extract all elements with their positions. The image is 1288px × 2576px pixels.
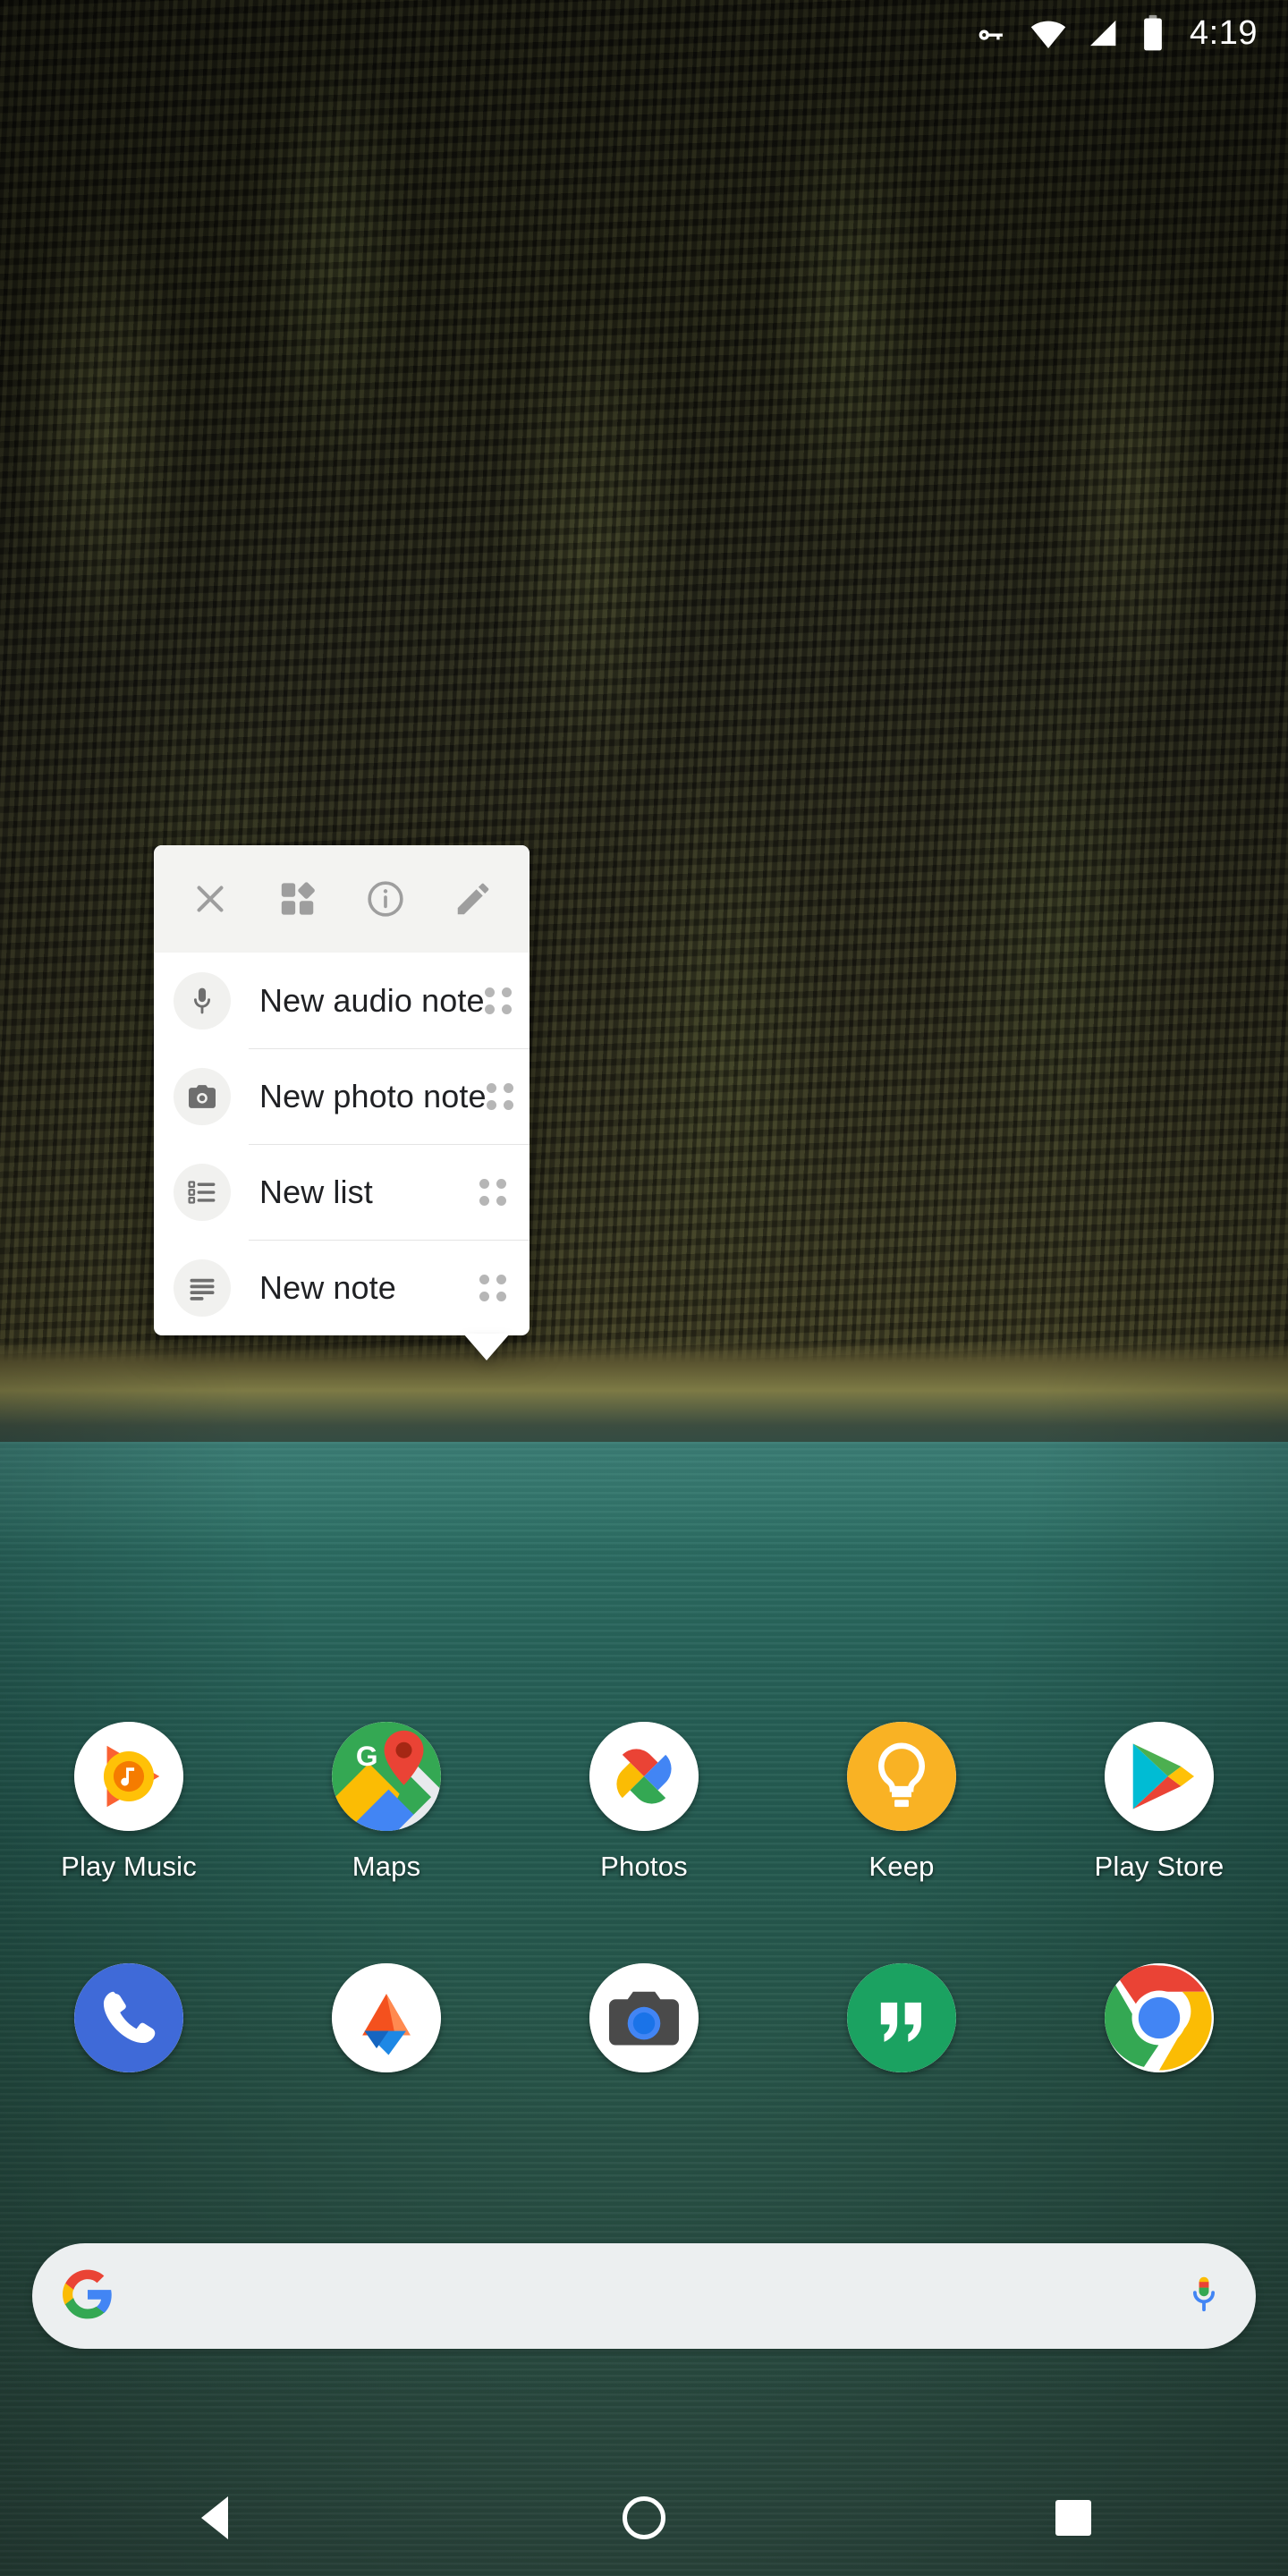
status-bar: 4:19 <box>0 0 1288 66</box>
shortcut-list: New audio note New photo note New list N… <box>154 953 530 1335</box>
play-music-icon <box>74 1722 183 1831</box>
app-photos[interactable]: Photos <box>515 1722 773 1883</box>
shortcut-new-note[interactable]: New note <box>154 1240 530 1335</box>
microphone-icon <box>174 971 231 1030</box>
google-keep-icon <box>847 1722 956 1831</box>
checklist-icon <box>174 1163 231 1221</box>
hangouts-icon <box>847 1963 956 2072</box>
drag-handle-icon[interactable] <box>479 1274 506 1301</box>
svg-text:G: G <box>356 1740 378 1772</box>
edit-button[interactable] <box>440 866 506 932</box>
camera-app-icon <box>589 1963 699 2072</box>
pencil-icon <box>453 878 494 919</box>
chrome-icon <box>1105 1963 1214 2072</box>
home-icon <box>623 2496 665 2539</box>
google-mic-icon[interactable] <box>1182 2273 1225 2320</box>
app-phone[interactable] <box>0 1963 258 2072</box>
wifi-icon <box>1029 13 1068 53</box>
app-camera[interactable] <box>515 1963 773 2072</box>
widgets-button[interactable] <box>265 866 331 932</box>
app-label: Play Music <box>61 1851 197 1882</box>
app-chrome[interactable] <box>1030 1963 1288 2072</box>
home-button[interactable] <box>429 2496 859 2539</box>
app-label: Keep <box>869 1851 935 1882</box>
navigation-bar <box>0 2460 1288 2576</box>
close-button[interactable] <box>177 866 243 932</box>
drag-handle-icon[interactable] <box>484 987 512 1014</box>
google-play-store-icon <box>1105 1722 1214 1831</box>
google-g-icon <box>63 2269 113 2324</box>
app-label: Play Store <box>1094 1851 1224 1882</box>
phone-icon <box>74 1963 183 2072</box>
shortcut-label: New list <box>259 1173 373 1210</box>
recents-button[interactable] <box>859 2500 1288 2536</box>
back-icon <box>201 2496 228 2539</box>
google-photos-icon <box>589 1722 699 1831</box>
app-play-music[interactable]: Play Music <box>0 1722 258 1883</box>
battery-icon <box>1140 13 1166 53</box>
app-shortcut-popup: New audio note New photo note New list N… <box>154 845 530 1360</box>
app-label: Maps <box>352 1851 421 1882</box>
widgets-icon <box>277 878 318 919</box>
app-play-store[interactable]: Play Store <box>1030 1722 1288 1883</box>
app-datally[interactable] <box>258 1963 515 2072</box>
datally-icon <box>332 1963 441 2072</box>
google-search-bar[interactable] <box>32 2243 1256 2349</box>
drag-handle-icon[interactable] <box>479 1178 506 1206</box>
shortcut-label: New photo note <box>259 1077 487 1114</box>
cellular-signal-icon <box>1086 15 1122 51</box>
home-dock-row <box>0 1963 1288 2072</box>
text-lines-icon <box>174 1258 231 1317</box>
shortcut-new-list[interactable]: New list <box>154 1144 530 1240</box>
shortcut-new-audio-note[interactable]: New audio note <box>154 953 530 1048</box>
drag-handle-icon[interactable] <box>486 1082 513 1110</box>
vpn-key-icon <box>973 14 1011 52</box>
close-icon <box>190 878 231 919</box>
popup-header-toolbar <box>154 845 530 953</box>
app-maps[interactable]: G Maps <box>258 1722 515 1883</box>
status-bar-clock: 4:19 <box>1190 13 1258 52</box>
google-maps-icon: G <box>332 1722 441 1831</box>
home-app-row: Play Music G Maps Photos Keep Play Store <box>0 1722 1288 1883</box>
app-info-button[interactable] <box>352 866 419 932</box>
info-icon <box>365 878 406 919</box>
camera-icon <box>174 1067 231 1125</box>
shortcut-new-photo-note[interactable]: New photo note <box>154 1048 530 1144</box>
recents-icon <box>1055 2500 1091 2536</box>
app-keep[interactable]: Keep <box>773 1722 1030 1883</box>
shortcut-label: New note <box>259 1268 396 1306</box>
back-button[interactable] <box>0 2496 429 2539</box>
shortcut-label: New audio note <box>259 981 485 1019</box>
app-label: Photos <box>600 1851 688 1882</box>
popup-pointer-tail <box>463 1334 510 1360</box>
app-hangouts[interactable] <box>773 1963 1030 2072</box>
